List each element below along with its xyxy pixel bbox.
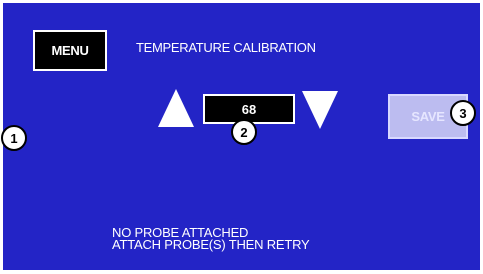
- save-button-label: SAVE: [411, 109, 445, 124]
- menu-button[interactable]: MENU: [33, 30, 107, 71]
- callout-marker-1: 1: [1, 125, 27, 151]
- decrease-temperature-button[interactable]: [302, 91, 338, 129]
- menu-button-label: MENU: [51, 43, 89, 58]
- status-line-2: ATTACH PROBE(S) THEN RETRY: [112, 237, 310, 252]
- status-message: NO PROBE ATTACHED ATTACH PROBE(S) THEN R…: [112, 226, 310, 252]
- callout-marker-2: 2: [231, 119, 257, 145]
- callout-marker-3: 3: [450, 100, 476, 126]
- temperature-value: 68: [241, 101, 257, 117]
- page-title: TEMPERATURE CALIBRATION: [136, 40, 316, 55]
- increase-temperature-button[interactable]: [158, 89, 194, 127]
